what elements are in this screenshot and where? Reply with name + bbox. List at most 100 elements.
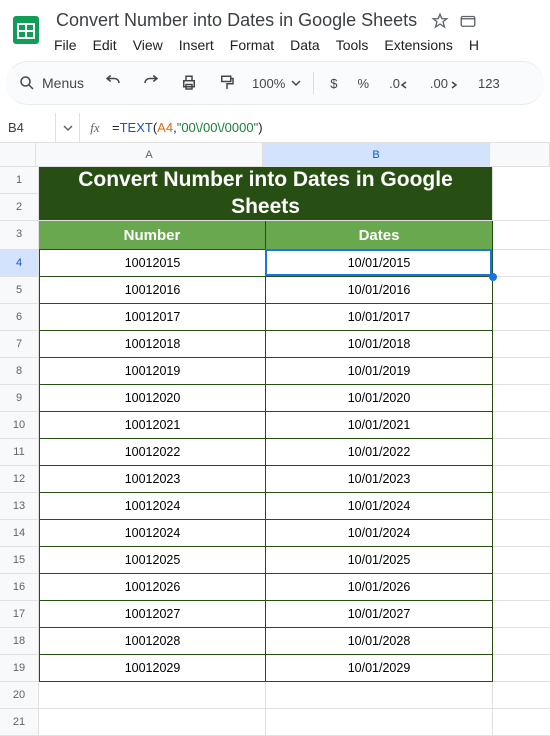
zoom-select[interactable]: 100%	[252, 76, 301, 91]
decrease-decimal[interactable]: .0	[385, 76, 414, 91]
row-header-18[interactable]: 18	[0, 628, 39, 655]
cell-date[interactable]: 10/01/2016	[266, 277, 493, 304]
more-formats[interactable]: 123	[474, 76, 504, 91]
cell-number[interactable]: 10012017	[39, 304, 266, 331]
cell-empty[interactable]	[493, 277, 550, 304]
paint-format-button[interactable]	[214, 70, 240, 96]
row-header-5[interactable]: 5	[0, 277, 39, 304]
row-header-17[interactable]: 17	[0, 601, 39, 628]
menu-edit[interactable]: Edit	[93, 37, 117, 53]
col-header-c[interactable]	[490, 143, 550, 167]
row-header-12[interactable]: 12	[0, 466, 39, 493]
cell-empty[interactable]	[493, 547, 550, 574]
cell-date[interactable]: 10/01/2029	[266, 655, 493, 682]
menu-h[interactable]: H	[469, 37, 479, 53]
cell-date[interactable]: 10/01/2027	[266, 601, 493, 628]
row-header-19[interactable]: 19	[0, 655, 39, 682]
doc-title[interactable]: Convert Number into Dates in Google Shee…	[52, 8, 421, 33]
cell-empty[interactable]	[266, 682, 493, 709]
cell-date[interactable]: 10/01/2023	[266, 466, 493, 493]
cell-date[interactable]: 10/01/2024	[266, 520, 493, 547]
cell-empty[interactable]	[493, 601, 550, 628]
cell-number[interactable]: 10012020	[39, 385, 266, 412]
cell-empty[interactable]	[493, 682, 550, 709]
cell-empty[interactable]	[493, 655, 550, 682]
cell-empty[interactable]	[39, 709, 266, 736]
cell-empty[interactable]	[493, 574, 550, 601]
cell-empty[interactable]	[493, 493, 550, 520]
cell-date[interactable]: 10/01/2019	[266, 358, 493, 385]
menu-tools[interactable]: Tools	[336, 37, 369, 53]
cell-number[interactable]: 10012019	[39, 358, 266, 385]
row-header-7[interactable]: 7	[0, 331, 39, 358]
row-header-3[interactable]: 3	[0, 221, 39, 250]
row-header-14[interactable]: 14	[0, 520, 39, 547]
cell-empty[interactable]	[493, 358, 550, 385]
cell-number[interactable]: 10012018	[39, 331, 266, 358]
row-header-11[interactable]: 11	[0, 439, 39, 466]
row-header-1[interactable]: 1	[0, 167, 39, 194]
format-percent[interactable]: %	[354, 76, 374, 91]
row-header-10[interactable]: 10	[0, 412, 39, 439]
row-header-6[interactable]: 6	[0, 304, 39, 331]
row-header-2[interactable]: 2	[0, 194, 39, 221]
cell-date[interactable]: 10/01/2021	[266, 412, 493, 439]
cell-date[interactable]: 10/01/2026	[266, 574, 493, 601]
cell-number[interactable]: 10012026	[39, 574, 266, 601]
cell-number[interactable]: 10012022	[39, 439, 266, 466]
cell-date[interactable]: 10/01/2025	[266, 547, 493, 574]
menu-extensions[interactable]: Extensions	[384, 37, 452, 53]
cell-empty[interactable]	[493, 412, 550, 439]
cell-empty[interactable]	[493, 385, 550, 412]
col-header-B[interactable]: B	[263, 143, 490, 167]
cell-number[interactable]: 10012028	[39, 628, 266, 655]
cell-number[interactable]: 10012024	[39, 493, 266, 520]
cell-empty[interactable]	[493, 221, 550, 250]
increase-decimal[interactable]: .00	[426, 76, 462, 91]
cell-empty[interactable]	[493, 331, 550, 358]
move-to-drive-icon[interactable]	[459, 12, 477, 30]
cell-number[interactable]: 10012024	[39, 520, 266, 547]
header-dates[interactable]: Dates	[266, 221, 493, 250]
row-header-16[interactable]: 16	[0, 574, 39, 601]
menu-view[interactable]: View	[133, 37, 163, 53]
search-menus[interactable]: Menus	[16, 74, 88, 92]
cell-empty[interactable]	[493, 628, 550, 655]
cell-empty[interactable]	[493, 466, 550, 493]
cell-date[interactable]: 10/01/2017	[266, 304, 493, 331]
redo-button[interactable]	[138, 70, 164, 96]
format-currency[interactable]: $	[326, 76, 341, 91]
cell-number[interactable]: 10012025	[39, 547, 266, 574]
cell-empty[interactable]	[493, 167, 550, 221]
name-box[interactable]: B4	[0, 113, 56, 142]
cell-empty[interactable]	[493, 709, 550, 736]
undo-button[interactable]	[100, 70, 126, 96]
menu-format[interactable]: Format	[230, 37, 274, 53]
cell-number[interactable]: 10012015	[39, 250, 266, 277]
cell-date[interactable]: 10/01/2015	[266, 250, 493, 277]
cell-number[interactable]: 10012029	[39, 655, 266, 682]
cell-number[interactable]: 10012027	[39, 601, 266, 628]
row-header-4[interactable]: 4	[0, 250, 39, 277]
row-header-8[interactable]: 8	[0, 358, 39, 385]
header-number[interactable]: Number	[39, 221, 266, 250]
banner-cell[interactable]: Convert Number into Dates in Google Shee…	[39, 167, 493, 221]
row-header-13[interactable]: 13	[0, 493, 39, 520]
cell-date[interactable]: 10/01/2020	[266, 385, 493, 412]
star-icon[interactable]	[431, 12, 449, 30]
col-header-A[interactable]: A	[36, 143, 263, 167]
row-header-20[interactable]: 20	[0, 682, 39, 709]
menu-data[interactable]: Data	[290, 37, 320, 53]
cell-empty[interactable]	[39, 682, 266, 709]
row-header-21[interactable]: 21	[0, 709, 39, 736]
cell-date[interactable]: 10/01/2028	[266, 628, 493, 655]
select-all-corner[interactable]	[0, 143, 36, 167]
cell-date[interactable]: 10/01/2018	[266, 331, 493, 358]
cell-empty[interactable]	[266, 709, 493, 736]
cell-number[interactable]: 10012021	[39, 412, 266, 439]
formula-input[interactable]: =TEXT(A4,"00\/00\/0000")	[110, 120, 550, 136]
cell-empty[interactable]	[493, 250, 550, 277]
cell-number[interactable]: 10012023	[39, 466, 266, 493]
cell-date[interactable]: 10/01/2022	[266, 439, 493, 466]
menu-file[interactable]: File	[54, 37, 77, 53]
